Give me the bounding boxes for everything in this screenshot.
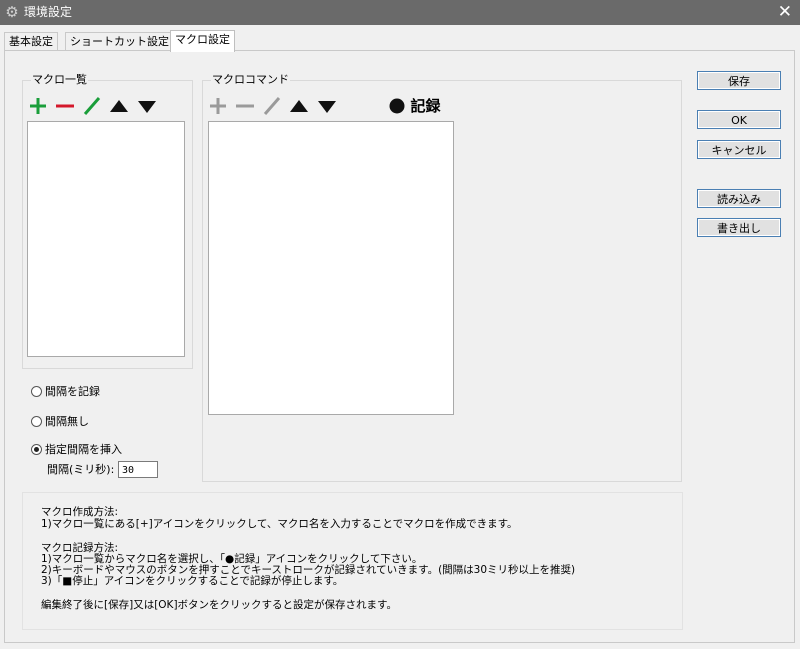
- help-record-step-3: 3)「■停止」アイコンをクリックすることで記録が停止します。: [41, 575, 344, 587]
- triangle-up-icon[interactable]: [109, 99, 129, 113]
- window-title: 環境設定: [24, 5, 73, 19]
- tab-basic-settings[interactable]: 基本設定: [4, 32, 58, 51]
- help-create-step-1: 1)マクロ一覧にある[+]アイコンをクリックして、マクロ名を入力することでマクロ…: [41, 518, 518, 530]
- macro-commands-label: マクロコマンド: [211, 73, 290, 87]
- interval-input[interactable]: 30: [118, 461, 158, 478]
- export-button[interactable]: 書き出し: [697, 218, 781, 237]
- record-dot-icon: [389, 98, 405, 114]
- radio-no-interval-label: 間隔無し: [45, 415, 89, 428]
- radio-record-interval[interactable]: 間隔を記録: [31, 384, 100, 400]
- record-button[interactable]: 記録: [389, 96, 441, 116]
- help-panel: マクロ作成方法: 1)マクロ一覧にある[+]アイコンをクリックして、マクロ名を入…: [22, 492, 683, 630]
- radio-circle[interactable]: [31, 386, 42, 397]
- gear-icon: ⚙: [5, 3, 19, 21]
- macro-list-label: マクロ一覧: [31, 73, 88, 87]
- record-label: 記録: [410, 97, 441, 115]
- macro-commands-box[interactable]: [208, 121, 454, 415]
- pencil-icon[interactable]: [83, 96, 101, 116]
- radio-insert-interval[interactable]: 指定間隔を挿入: [31, 442, 122, 458]
- help-create-title: マクロ作成方法:: [41, 506, 119, 518]
- radio-no-interval[interactable]: 間隔無し: [31, 414, 89, 430]
- ok-button[interactable]: OK: [697, 110, 781, 129]
- tab-shortcut-settings[interactable]: ショートカット設定: [65, 32, 174, 51]
- radio-circle[interactable]: [31, 416, 42, 427]
- pencil-icon[interactable]: [263, 96, 281, 116]
- minus-icon[interactable]: [55, 97, 75, 115]
- load-button[interactable]: 読み込み: [697, 189, 781, 208]
- help-footer: 編集終了後に[保存]又は[OK]ボタンをクリックすると設定が保存されます。: [41, 599, 397, 611]
- triangle-up-icon[interactable]: [289, 99, 309, 113]
- cancel-button[interactable]: キャンセル: [697, 140, 781, 159]
- radio-circle-checked[interactable]: [31, 444, 42, 455]
- title-bar: ⚙ 環境設定 ✕: [0, 0, 800, 25]
- radio-insert-interval-label: 指定間隔を挿入: [45, 443, 122, 456]
- close-icon[interactable]: ✕: [778, 2, 792, 22]
- plus-icon[interactable]: [29, 97, 47, 115]
- save-button[interactable]: 保存: [697, 71, 781, 90]
- macro-list-box[interactable]: [27, 121, 185, 357]
- triangle-down-icon[interactable]: [137, 100, 157, 114]
- tab-macro-settings[interactable]: マクロ設定: [170, 30, 235, 52]
- plus-icon[interactable]: [209, 97, 227, 115]
- radio-record-interval-label: 間隔を記録: [45, 385, 100, 398]
- minus-icon[interactable]: [235, 97, 255, 115]
- triangle-down-icon[interactable]: [317, 100, 337, 114]
- interval-label: 間隔(ミリ秒):: [47, 463, 115, 476]
